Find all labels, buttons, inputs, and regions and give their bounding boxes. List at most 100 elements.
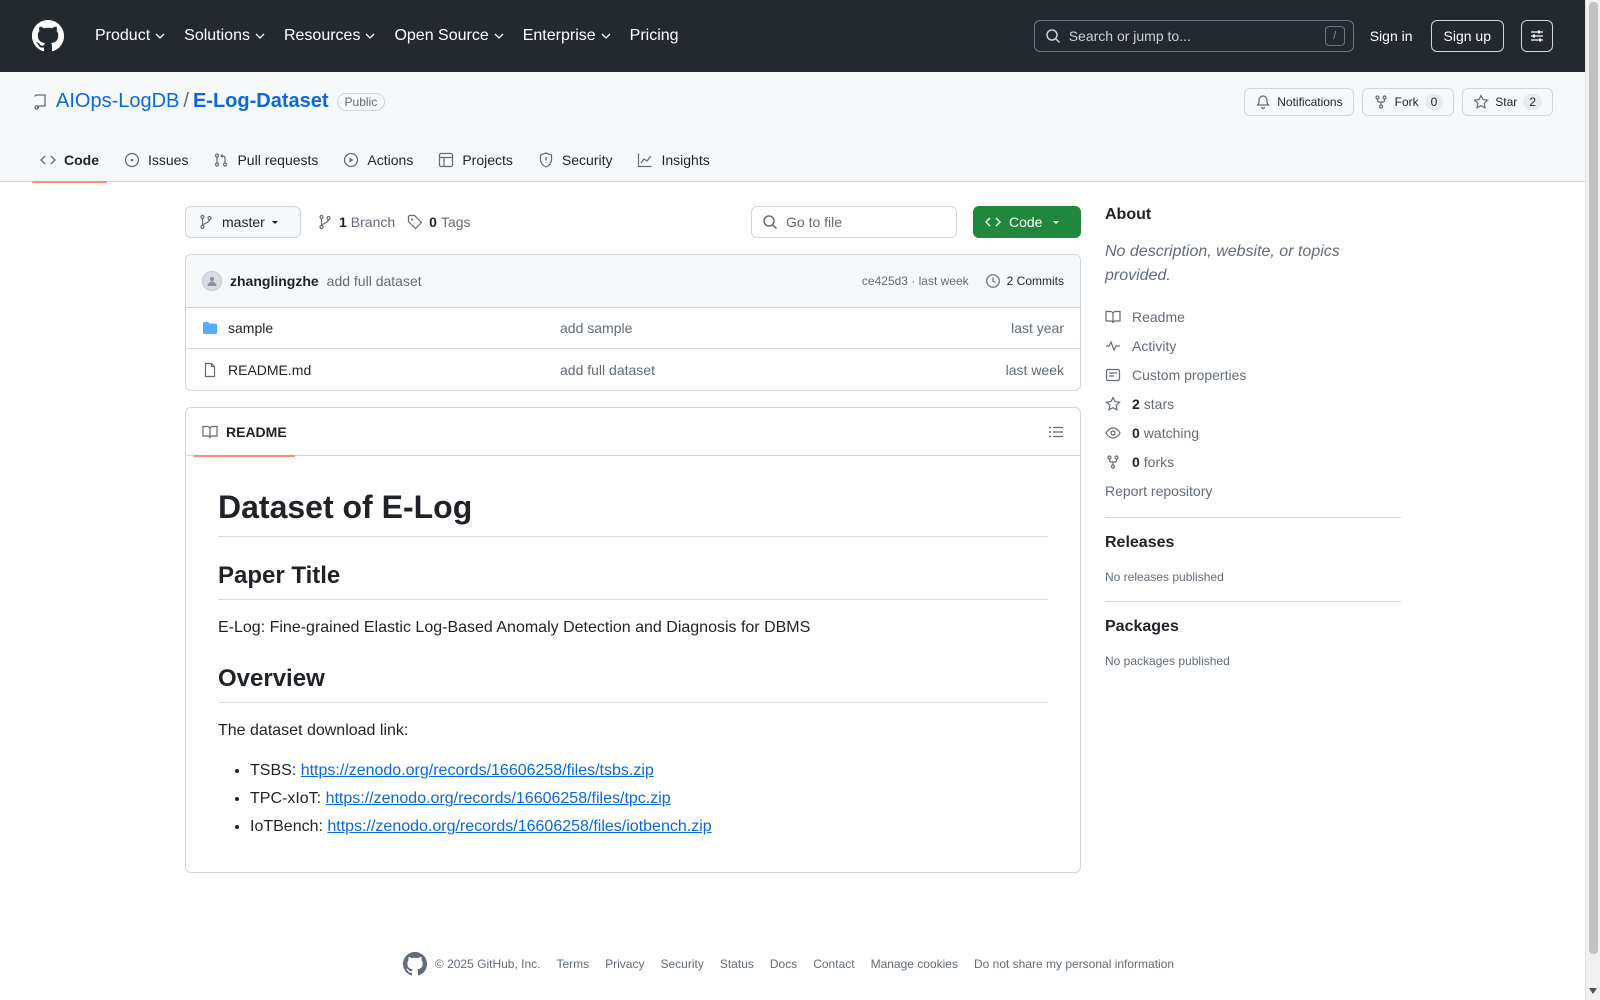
file-name[interactable]: sample (228, 320, 560, 336)
footer-link-contact[interactable]: Contact (813, 957, 854, 971)
file-commit-message[interactable]: add full dataset (560, 362, 655, 378)
code-button-label: Code (1009, 214, 1043, 230)
tab-issues[interactable]: Issues (116, 138, 196, 182)
nav-enterprise[interactable]: Enterprise (514, 20, 621, 52)
dataset-label: TSBS: (250, 762, 297, 780)
footer-link-terms[interactable]: Terms (556, 957, 589, 971)
dataset-link-tsbs[interactable]: https://zenodo.org/records/16606258/file… (301, 762, 654, 779)
nav-resources[interactable]: Resources (275, 20, 385, 52)
scrollbar-thumb[interactable] (1589, 2, 1598, 954)
nav-open-source[interactable]: Open Source (385, 20, 513, 52)
tab-security[interactable]: Security (530, 138, 621, 182)
star-icon (1105, 395, 1121, 411)
file-commit-time: last week (1005, 361, 1064, 378)
dataset-label: TPC-xIoT: (250, 790, 322, 808)
nav-solutions[interactable]: Solutions (175, 20, 275, 52)
github-logo-icon[interactable] (32, 20, 64, 52)
table-icon (439, 152, 454, 168)
tab-actions[interactable]: Actions (335, 138, 421, 182)
scroll-down-arrow-icon[interactable] (1589, 988, 1597, 994)
notifications-button[interactable]: Notifications (1244, 88, 1354, 116)
forks-link[interactable]: 0 forks (1105, 447, 1401, 476)
repo-name-link[interactable]: E-Log-Dataset (193, 90, 329, 113)
readme-tab[interactable]: README (194, 408, 295, 457)
tab-code[interactable]: Code (32, 138, 107, 183)
code-dropdown-button[interactable]: Code (973, 206, 1081, 238)
main-content: master 1 Branch 0 Tags Go to file Code z… (185, 206, 1081, 873)
header-actions: Search or jump to... / Sign in Sign up (1033, 20, 1553, 52)
top-nav: Product Solutions Resources Open Source … (86, 20, 688, 52)
commit-message[interactable]: add full dataset (327, 273, 422, 289)
file-commit-message[interactable]: add sample (560, 320, 632, 336)
repo-tabs: Code Issues Pull requests Actions Projec… (32, 138, 727, 183)
readme-body: Dataset of E-Log Paper Title E-Log: Fine… (186, 456, 1080, 871)
tag-icon (408, 214, 423, 230)
footer-link-do-not-share[interactable]: Do not share my personal information (974, 957, 1174, 971)
commit-sha-time[interactable]: ce425d3 · last week (862, 274, 969, 288)
branch-icon (319, 214, 331, 230)
commit-author[interactable]: zhanglingzhe (230, 273, 319, 289)
footer-link-privacy[interactable]: Privacy (605, 957, 644, 971)
divider (1105, 517, 1401, 518)
footer-link-docs[interactable]: Docs (770, 957, 797, 971)
stars-link[interactable]: 2 stars (1105, 389, 1401, 418)
packages-heading[interactable]: Packages (1105, 618, 1401, 636)
sign-in-link[interactable]: Sign in (1370, 28, 1413, 44)
file-row-readme[interactable]: README.md add full dataset last week (186, 349, 1080, 390)
footer-link-status[interactable]: Status (720, 957, 754, 971)
go-to-file-placeholder: Go to file (786, 214, 843, 230)
repo-separator: / (183, 90, 189, 112)
outline-list-icon[interactable] (1048, 424, 1064, 440)
caret-down-icon (1053, 221, 1059, 224)
file-toolbar: master 1 Branch 0 Tags Go to file Code (185, 206, 1081, 238)
pull-request-icon (215, 153, 228, 167)
search-icon (763, 215, 778, 230)
footer-link-manage-cookies[interactable]: Manage cookies (871, 957, 958, 971)
github-logo-icon[interactable] (402, 952, 427, 976)
readme-link-label: Readme (1132, 308, 1185, 325)
go-to-file-input[interactable]: Go to file (751, 206, 957, 238)
settings-menu-button[interactable] (1521, 20, 1553, 52)
tags-link[interactable]: 0 Tags (407, 214, 471, 230)
file-name[interactable]: README.md (228, 362, 560, 378)
repo-actions: Notifications Fork 0 Star 2 (1244, 88, 1553, 116)
releases-heading[interactable]: Releases (1105, 534, 1401, 552)
forks-count: 0 (1132, 453, 1140, 470)
global-search-input[interactable]: Search or jump to... / (1033, 20, 1354, 52)
branch-selector[interactable]: master (185, 206, 301, 238)
star-icon (1473, 94, 1490, 109)
nav-product[interactable]: Product (86, 20, 175, 52)
readme-heading-paper: Paper Title (218, 561, 1048, 601)
report-repository-link[interactable]: Report repository (1105, 476, 1401, 505)
commits-link[interactable]: 2 Commits (985, 273, 1064, 289)
dataset-link-tpc[interactable]: https://zenodo.org/records/16606258/file… (326, 790, 671, 807)
tab-insights[interactable]: Insights (629, 138, 717, 182)
branches-link[interactable]: 1 Branch (317, 214, 395, 230)
tab-pull-requests[interactable]: Pull requests (205, 138, 326, 182)
repo-header: AIOps-LogDB / E-Log-Dataset Public Notif… (0, 72, 1585, 183)
tab-projects[interactable]: Projects (430, 138, 521, 182)
readme-title: Dataset of E-Log (218, 488, 1048, 538)
sign-up-button[interactable]: Sign up (1430, 20, 1504, 52)
fork-button[interactable]: Fork 0 (1361, 88, 1455, 116)
dataset-link-iotbench[interactable]: https://zenodo.org/records/16606258/file… (327, 818, 711, 835)
bell-icon (1256, 95, 1270, 110)
custom-properties-link[interactable]: Custom properties (1105, 360, 1401, 389)
star-count: 2 (1523, 94, 1542, 110)
readme-link[interactable]: Readme (1105, 302, 1401, 331)
forks-label: forks (1143, 453, 1175, 470)
footer-link-security[interactable]: Security (660, 957, 703, 971)
search-placeholder: Search or jump to... (1068, 28, 1191, 44)
page-scrollbar[interactable] (1585, 0, 1600, 1000)
nav-pricing[interactable]: Pricing (621, 20, 688, 52)
repo-owner-link[interactable]: AIOps-LogDB (56, 90, 179, 113)
user-icon (207, 276, 217, 286)
file-row-sample[interactable]: sample add sample last year (186, 308, 1080, 349)
watching-label: watching (1143, 424, 1200, 441)
tab-label: Actions (367, 152, 414, 168)
avatar[interactable] (202, 271, 222, 291)
activity-link[interactable]: Activity (1105, 331, 1401, 360)
star-label: Star (1495, 95, 1518, 109)
watching-link[interactable]: 0 watching (1105, 418, 1401, 447)
star-button[interactable]: Star 2 (1462, 88, 1553, 116)
